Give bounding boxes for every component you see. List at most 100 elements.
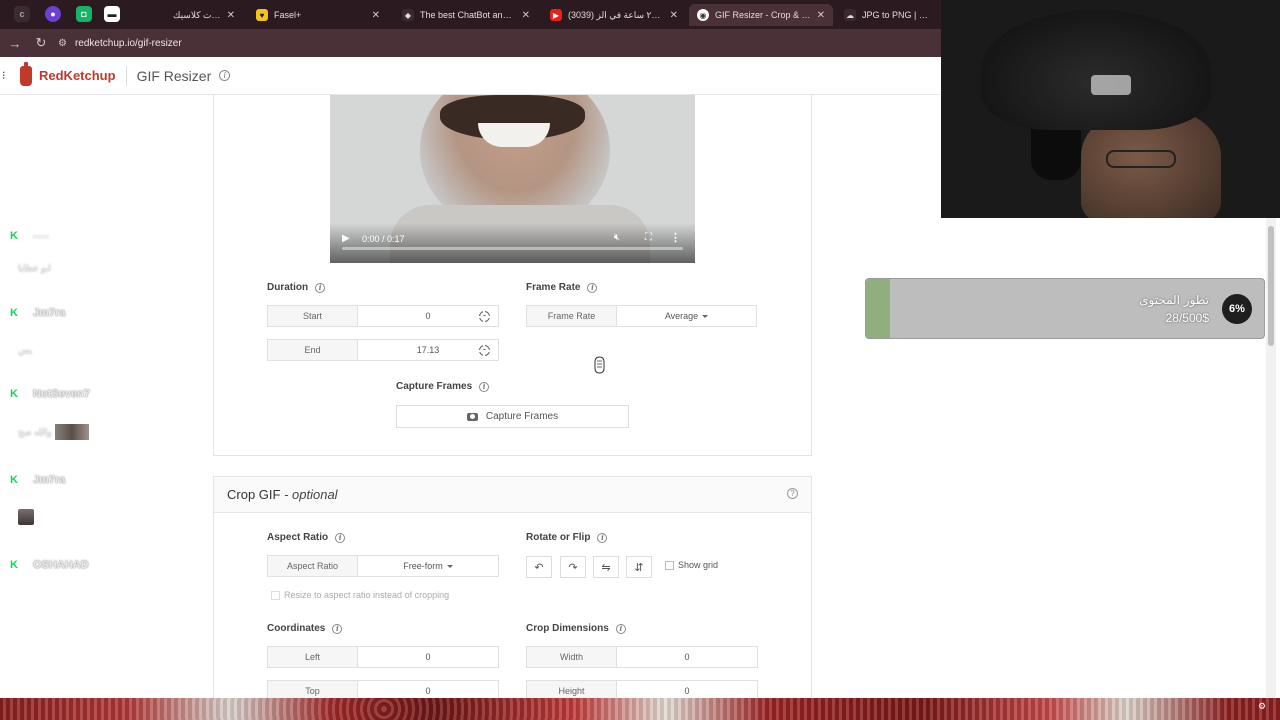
info-icon[interactable]: i — [479, 381, 490, 392]
emote-image — [55, 424, 90, 440]
close-icon[interactable]: ✕ — [670, 10, 678, 21]
start-input[interactable]: 0 — [358, 306, 498, 326]
rotate-left-icon[interactable]: ↶ — [526, 556, 552, 578]
tab-3[interactable]: ◆ The best ChatBot and Widg ✕ — [394, 4, 538, 26]
webcam-hat — [981, 10, 1211, 130]
brand-name: RedKetchup — [39, 68, 116, 83]
chat-line: ابو عطايا — [18, 263, 51, 274]
mute-icon[interactable]: 🔇︎ — [614, 232, 620, 243]
capture-frames-button[interactable]: Capture Frames — [396, 405, 629, 428]
crosshair-icon[interactable] — [477, 343, 491, 357]
play-icon[interactable]: ▶ — [342, 233, 350, 244]
close-icon[interactable]: ✕ — [372, 10, 380, 21]
end-input[interactable]: 17.13 — [358, 340, 498, 360]
close-icon[interactable]: ✕ — [817, 10, 825, 21]
tab-6[interactable]: ☁ JPG to PNG | CloudCon — [836, 4, 940, 26]
menu-icon[interactable]: ⁝ — [2, 69, 10, 82]
download-icon[interactable]: ⬇ — [1258, 690, 1272, 701]
resize-aspect-text: Resize to aspect ratio instead of croppi… — [284, 590, 450, 600]
frame-rate-label-text: Frame Rate — [526, 282, 581, 293]
rotate-right-icon[interactable]: ↷ — [560, 556, 586, 578]
chat-message: والله صح — [18, 426, 52, 437]
mouse-cursor-icon — [594, 356, 605, 374]
chat-message: ••••• — [33, 231, 49, 242]
goal-progress-fill — [866, 279, 890, 338]
fasel-icon: ♥ — [256, 9, 268, 21]
start-value: 0 — [425, 311, 431, 321]
resize-aspect-checkbox[interactable] — [271, 591, 280, 600]
tab-5-active[interactable]: ◉ GIF Resizer - Crop & Resize ✕ — [689, 4, 833, 26]
globe-icon: ◉ — [697, 9, 709, 21]
crop-dimensions-label-text: Crop Dimensions — [526, 623, 609, 634]
chat-message: يس — [18, 345, 32, 355]
end-field: End 17.13 — [267, 339, 499, 361]
info-icon[interactable]: i — [615, 623, 626, 634]
pinned-tab-c[interactable]: c — [14, 6, 30, 22]
scrollbar-thumb[interactable] — [1268, 226, 1274, 346]
kick-icon: K — [10, 387, 18, 400]
logo[interactable]: RedKetchup — [20, 61, 116, 86]
flip-horizontal-icon[interactable]: ⇋ — [593, 556, 619, 578]
ketchup-bottle-icon — [20, 61, 32, 86]
close-icon[interactable]: ✕ — [522, 10, 530, 21]
fullscreen-icon[interactable]: ⛶ — [645, 232, 652, 243]
pinned-tab-green[interactable]: ◘ — [76, 6, 92, 22]
page-scrollbar[interactable] — [1266, 218, 1276, 698]
tab-4-title: (3039) جربت ٢٤ ساعة في الز — [568, 9, 664, 20]
crosshair-icon[interactable] — [477, 309, 491, 323]
reload-icon[interactable]: ↻ — [30, 32, 52, 54]
tab-2[interactable]: ♥ Fasel+ ✕ — [248, 4, 388, 26]
crop-card-header[interactable]: Crop GIF - optional ? — [214, 477, 811, 513]
left-input[interactable]: 0 — [358, 647, 498, 667]
info-icon[interactable]: i — [335, 532, 346, 543]
kick-icon: K — [10, 473, 18, 486]
frame-rate-field: Frame Rate Average — [526, 305, 757, 327]
settings-gear-icon[interactable]: ⚙ — [1258, 701, 1272, 712]
capture-frames-label: Capture Frames i — [396, 381, 490, 392]
chat-username: NotSeven7 — [33, 388, 90, 400]
webcam-glasses — [1106, 150, 1176, 168]
forward-icon[interactable]: → — [4, 32, 26, 54]
frame-rate-select[interactable]: Average — [617, 306, 756, 326]
flip-vertical-icon[interactable]: ⇵ — [626, 556, 652, 578]
pinned-tab-twitch[interactable]: ● — [45, 6, 61, 22]
close-icon[interactable]: ✕ — [227, 10, 235, 21]
rotate-flip-label-text: Rotate or Flip — [526, 532, 591, 543]
chat-username: Jm7ra — [33, 307, 66, 319]
goal-percent-badge: 6% — [1222, 294, 1252, 324]
chat-line: K Jm7ra — [10, 474, 65, 486]
chat-line: K Jm7ra — [10, 307, 65, 319]
info-icon[interactable]: i — [597, 532, 608, 543]
tab-1[interactable]: كلمات كلاسيك ✕ — [165, 4, 243, 26]
video-preview[interactable]: ▶ 0:00 / 0:17 🔇︎ ⛶ ⋮ — [330, 95, 695, 263]
start-field: Start 0 — [267, 305, 499, 327]
crop-title-optional: - optional — [280, 487, 338, 502]
top-value: 0 — [425, 686, 431, 696]
end-value: 17.13 — [416, 345, 440, 355]
address-bar[interactable]: ⚙ redketchup.io/gif-resizer — [58, 38, 182, 49]
video-progress-bar[interactable] — [342, 247, 683, 250]
aspect-ratio-label: Aspect Ratio i — [267, 532, 346, 543]
frame-rate-label: Frame Rate i — [526, 282, 598, 293]
chat-line: K NotSeven7 — [10, 388, 90, 400]
info-icon[interactable]: i — [219, 70, 231, 81]
end-key: End — [268, 340, 358, 360]
site-settings-icon[interactable]: ⚙ — [58, 38, 67, 49]
info-icon[interactable]: i — [587, 282, 598, 293]
help-icon[interactable]: ? — [787, 488, 798, 499]
show-grid-checkbox[interactable] — [665, 561, 674, 570]
tab-3-title: The best ChatBot and Widg — [420, 10, 516, 20]
video-time: 0:00 / 0:17 — [362, 234, 405, 244]
more-options-icon[interactable]: ⋮ — [670, 231, 681, 244]
info-icon[interactable]: i — [315, 282, 326, 293]
pinned-tab-notion[interactable]: ▬ — [104, 6, 120, 22]
tab-4[interactable]: ▶ (3039) جربت ٢٤ ساعة في الز ✕ — [542, 4, 686, 26]
width-input[interactable]: 0 — [617, 647, 757, 667]
camera-icon — [466, 412, 478, 421]
chat-username: OSHAHAD — [33, 559, 89, 571]
chat-line: يس — [18, 345, 32, 356]
aspect-ratio-select[interactable]: Free-form — [358, 556, 498, 576]
crop-title: Crop GIF - optional — [227, 487, 338, 502]
kick-icon: K — [10, 558, 18, 571]
info-icon[interactable]: i — [332, 623, 343, 634]
